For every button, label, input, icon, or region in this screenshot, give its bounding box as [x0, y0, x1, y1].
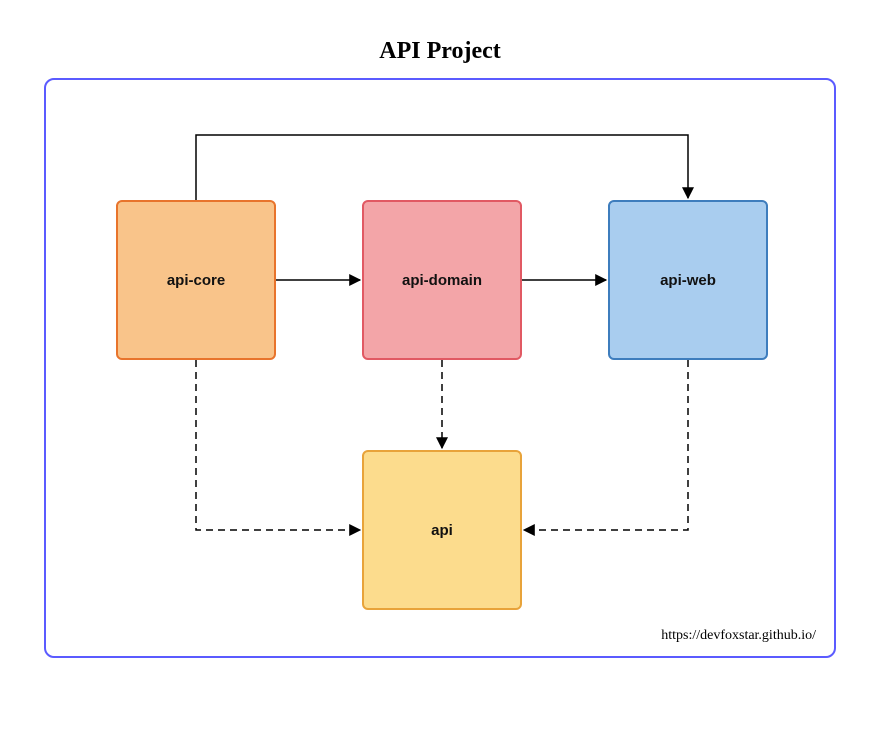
diagram-title: API Project: [0, 38, 880, 65]
diagram-container: api-core api-domain api-web api https://…: [44, 78, 836, 658]
node-label: api-core: [167, 272, 225, 289]
footer-url: https://devfoxstar.github.io/: [661, 628, 816, 644]
edge-core-to-web-top: [196, 135, 688, 200]
node-api: api: [362, 450, 522, 610]
node-api-domain: api-domain: [362, 200, 522, 360]
node-label: api-web: [660, 272, 716, 289]
node-label: api-domain: [402, 272, 482, 289]
node-label: api: [431, 522, 453, 539]
edge-web-to-api: [524, 360, 688, 530]
node-api-web: api-web: [608, 200, 768, 360]
node-api-core: api-core: [116, 200, 276, 360]
edge-core-to-api: [196, 360, 360, 530]
